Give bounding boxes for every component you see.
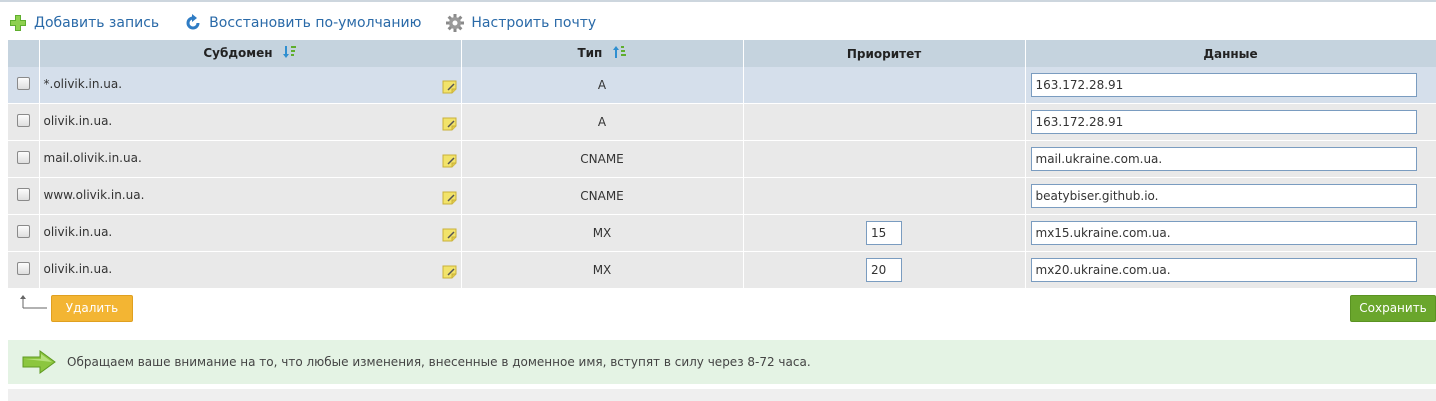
row-checkbox-cell: [8, 140, 40, 178]
row-checkbox-cell: [8, 67, 40, 104]
priority-cell: [743, 140, 1026, 178]
sort-icon[interactable]: [282, 45, 297, 62]
subdomain-text: www.olivik.in.ua.: [43, 188, 145, 202]
type-cell: CNAME: [461, 177, 744, 215]
note-edit-icon[interactable]: [442, 154, 458, 171]
priority-cell: [743, 67, 1026, 104]
data-cell: [1025, 177, 1436, 215]
row-checkbox-cell: [8, 103, 40, 141]
row-checkbox[interactable]: [16, 151, 30, 164]
priority-cell: [743, 103, 1026, 141]
subdomain-cell: olivik.in.ua.: [39, 103, 462, 141]
data-cell: [1025, 214, 1436, 252]
table-row: olivik.in.ua. A: [8, 103, 1436, 141]
row-checkbox[interactable]: [16, 225, 30, 238]
plus-icon: [8, 13, 28, 33]
subdomain-text: mail.olivik.in.ua.: [43, 151, 142, 165]
table-row: olivik.in.ua. MX: [8, 214, 1436, 252]
subdomain-cell: www.olivik.in.ua.: [39, 177, 462, 215]
data-input[interactable]: [1030, 184, 1417, 208]
table-actions: Удалить Сохранить: [8, 292, 1436, 326]
data-input[interactable]: [1030, 73, 1417, 97]
row-checkbox-cell: [8, 251, 40, 289]
data-cell: [1025, 103, 1436, 141]
data-cell: [1025, 251, 1436, 289]
table-row: *.olivik.in.ua. A: [8, 67, 1436, 104]
table-row: olivik.in.ua. MX: [8, 251, 1436, 289]
subdomain-cell: mail.olivik.in.ua.: [39, 140, 462, 178]
type-cell: MX: [461, 214, 744, 252]
row-checkbox-cell: [8, 214, 40, 252]
data-input[interactable]: [1030, 221, 1417, 245]
subdomain-text: *.olivik.in.ua.: [43, 77, 123, 91]
row-checkbox[interactable]: [16, 262, 30, 275]
type-cell: A: [461, 103, 744, 141]
header-priority-label: Приоритет: [846, 46, 922, 61]
gear-icon: [445, 13, 465, 33]
row-checkbox[interactable]: [16, 77, 30, 90]
notice-banner: Обращаем ваше внимание на то, что любые …: [8, 340, 1436, 384]
add-record-button[interactable]: Добавить запись: [8, 13, 159, 33]
table-row: www.olivik.in.ua. CNAME: [8, 177, 1436, 215]
notice-text: Обращаем ваше внимание на то, что любые …: [67, 355, 811, 369]
data-cell: [1025, 67, 1436, 104]
note-edit-icon[interactable]: [442, 228, 458, 245]
subdomain-cell: olivik.in.ua.: [39, 251, 462, 289]
row-checkbox[interactable]: [16, 188, 30, 201]
table-header-row: Субдомен Тип Приоритет Данные: [8, 40, 1436, 67]
arrow-right-icon: [22, 350, 56, 378]
note-edit-icon[interactable]: [442, 80, 458, 97]
priority-cell: [743, 251, 1026, 289]
header-subdomain-label: Субдомен: [203, 46, 273, 60]
subdomain-cell: olivik.in.ua.: [39, 214, 462, 252]
top-divider: [0, 0, 1436, 2]
subdomain-text: olivik.in.ua.: [43, 262, 113, 276]
type-cell: A: [461, 67, 744, 104]
subdomain-text: olivik.in.ua.: [43, 225, 113, 239]
type-cell: MX: [461, 251, 744, 289]
note-edit-icon[interactable]: [442, 265, 458, 282]
restore-defaults-button[interactable]: Восстановить по-умолчанию: [183, 13, 421, 33]
add-record-label: Добавить запись: [34, 15, 160, 31]
configure-mail-label: Настроить почту: [471, 15, 597, 31]
priority-cell: [743, 177, 1026, 215]
refresh-icon: [183, 13, 203, 33]
data-input[interactable]: [1030, 147, 1417, 171]
header-data: Данные: [1025, 40, 1436, 67]
data-cell: [1025, 140, 1436, 178]
return-arrow-icon: [20, 294, 48, 314]
restore-defaults-label: Восстановить по-умолчанию: [209, 15, 422, 31]
sort-icon[interactable]: [612, 45, 627, 62]
delete-button[interactable]: Удалить: [51, 295, 133, 322]
header-data-label: Данные: [1203, 46, 1258, 61]
note-edit-icon[interactable]: [442, 117, 458, 134]
priority-cell: [743, 214, 1026, 252]
row-checkbox-cell: [8, 177, 40, 215]
type-cell: CNAME: [461, 140, 744, 178]
priority-input[interactable]: [866, 221, 902, 245]
header-type-label: Тип: [577, 46, 603, 60]
data-input[interactable]: [1030, 258, 1417, 282]
row-checkbox[interactable]: [16, 114, 30, 127]
header-priority: Приоритет: [743, 40, 1026, 67]
header-checkbox-cell: [8, 40, 40, 67]
dns-records-table: Субдомен Тип Приоритет Данные *.olivik.i…: [8, 40, 1436, 289]
subdomain-text: olivik.in.ua.: [43, 114, 113, 128]
toolbar: Добавить запись Восстановить по-умолчани…: [8, 10, 620, 36]
configure-mail-button[interactable]: Настроить почту: [445, 13, 596, 33]
priority-input[interactable]: [866, 258, 902, 282]
bottom-strip: [8, 389, 1436, 401]
table-row: mail.olivik.in.ua. CNAME: [8, 140, 1436, 178]
note-edit-icon[interactable]: [442, 191, 458, 208]
header-subdomain[interactable]: Субдомен: [39, 40, 462, 67]
save-button[interactable]: Сохранить: [1350, 295, 1436, 322]
data-input[interactable]: [1030, 110, 1417, 134]
header-type[interactable]: Тип: [461, 40, 744, 67]
subdomain-cell: *.olivik.in.ua.: [39, 67, 462, 104]
